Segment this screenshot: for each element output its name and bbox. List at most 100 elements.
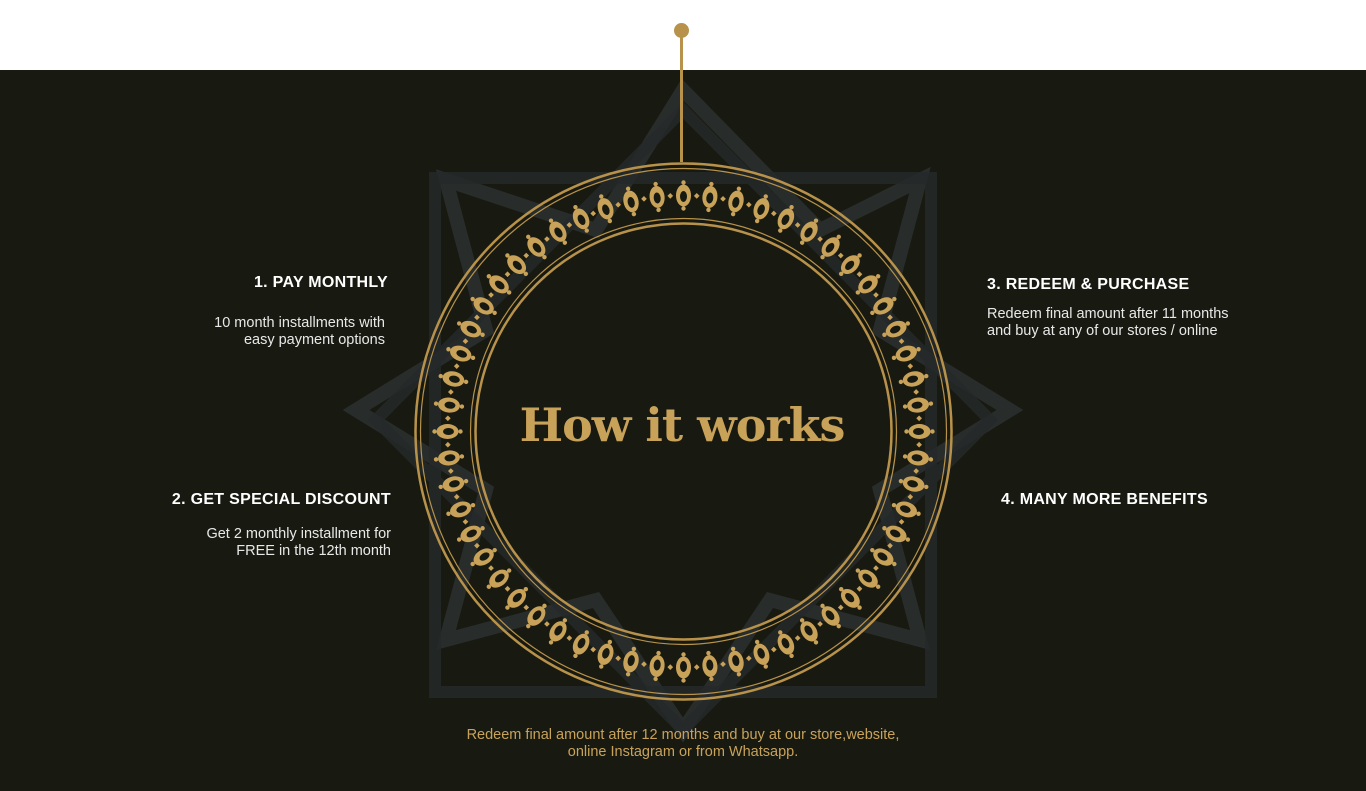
step-3-desc-line: and buy at any of our stores / online [987, 323, 1218, 339]
ring-ornament [438, 371, 469, 387]
ring-ornament [728, 646, 744, 677]
ring-spacer [794, 635, 801, 641]
ring-spacer [523, 604, 530, 611]
ring-spacer [907, 494, 914, 500]
ring-ornament [432, 424, 463, 439]
ring-spacer [474, 542, 480, 549]
ring-spacer [448, 389, 454, 395]
ring-spacer [453, 363, 460, 369]
ring-spacer [615, 201, 621, 208]
footer-note: Redeem final amount after 12 months and … [433, 727, 933, 761]
ring-ornament [838, 586, 862, 610]
step-2-title: 2. GET SPECIAL DISCOUNT [171, 491, 391, 508]
ring-spacer [615, 655, 621, 662]
ring-spacer [448, 468, 454, 474]
ring-spacer [544, 621, 550, 627]
ring-spacer [462, 338, 469, 345]
ring-spacer [445, 415, 451, 422]
ring-ornament [891, 501, 921, 518]
footer-line: Redeem final amount after 12 months and … [466, 727, 900, 743]
ring-spacer [770, 210, 777, 217]
ring-ornament [891, 345, 921, 362]
ring-ornament [456, 525, 485, 543]
ring-ornament [597, 194, 614, 224]
ring-ornament [433, 397, 465, 413]
step-2-desc-line: FREE in the 12th month [236, 543, 391, 559]
ring-ornament [649, 181, 665, 213]
ring-spacer [590, 210, 597, 217]
ring-spacer [794, 222, 801, 228]
ring-spacer [462, 518, 469, 525]
ring-spacer [837, 252, 844, 259]
ring-ornament [446, 501, 476, 518]
step-1-title: 1. PAY MONTHLY [253, 274, 388, 291]
ring-spacer [887, 542, 893, 549]
ring-ornament [505, 253, 529, 277]
ring-spacer [641, 196, 647, 202]
ring-spacer [837, 604, 844, 611]
ring-ornament [855, 274, 881, 295]
ring-ornament [649, 650, 665, 682]
ring-ornament [702, 650, 718, 682]
ring-spacer [566, 222, 573, 228]
ring-spacer [523, 252, 530, 259]
ring-ornament [486, 568, 512, 589]
ring-ornament [446, 345, 476, 362]
ring-ornament [820, 603, 841, 629]
ring-spacer [913, 389, 919, 395]
ring-spacer [770, 646, 777, 653]
ring-spacer [916, 441, 922, 448]
ring-spacer [667, 664, 674, 670]
ring-ornament [623, 646, 639, 677]
ring-ornament [486, 274, 512, 295]
ring-ornament [438, 476, 469, 492]
ring-spacer [817, 236, 823, 242]
ring-spacer [907, 363, 914, 369]
ring-ornament [676, 180, 691, 211]
ring-ornament [470, 296, 497, 316]
step-3-desc-line: Redeem final amount after 11 months [987, 306, 1229, 322]
ring-ornament [548, 218, 568, 245]
ring-spacer [720, 196, 726, 202]
ring-spacer [887, 314, 893, 321]
ring-spacer [898, 338, 905, 345]
ring-ornament [855, 568, 881, 589]
ring-ornament [728, 186, 744, 217]
ring-ornament [838, 253, 862, 277]
ring-ornament [870, 547, 897, 567]
ring-ornament [753, 639, 770, 669]
ring-spacer [873, 565, 879, 571]
ring-ornament [799, 618, 819, 645]
ring-spacer [474, 314, 480, 321]
ring-spacer [453, 494, 460, 500]
ring-ornament [777, 630, 795, 659]
ring-spacer [856, 585, 863, 592]
ring-ornament [572, 204, 590, 233]
step-1-desc-line: easy payment options [243, 332, 385, 348]
step-4-title: 4. MANY MORE BENEFITS [1001, 491, 1208, 508]
ring-ornament [753, 194, 770, 224]
ring-ornament [572, 630, 590, 659]
ring-ornament [898, 476, 929, 492]
step-2-description: Get 2 monthly installment for FREE in th… [206, 526, 391, 560]
ring-spacer [746, 655, 752, 662]
ring-ornament [799, 218, 819, 245]
ring-ornament [904, 424, 935, 439]
ring-spacer [720, 661, 726, 667]
step-1-description: 10 month installments with easy payment … [214, 315, 385, 349]
ring-spacer [817, 621, 823, 627]
ring-ornament [898, 371, 929, 387]
ring-ornament [433, 450, 465, 466]
step-3-title: 3. REDEEM & PURCHASE [987, 276, 1190, 293]
step-2-desc-line: Get 2 monthly installment for [206, 526, 391, 542]
ring-spacer [566, 635, 573, 641]
ring-spacer [873, 292, 879, 298]
ring-spacer [445, 441, 451, 448]
ring-ornament [870, 296, 897, 316]
step-3-description: Redeem final amount after 11 months and … [987, 306, 1229, 340]
ring-spacer [488, 565, 494, 571]
ring-ornament [505, 586, 529, 610]
ring-spacer [746, 201, 752, 208]
ring-spacer [544, 236, 550, 242]
ring-ornament [456, 320, 485, 338]
